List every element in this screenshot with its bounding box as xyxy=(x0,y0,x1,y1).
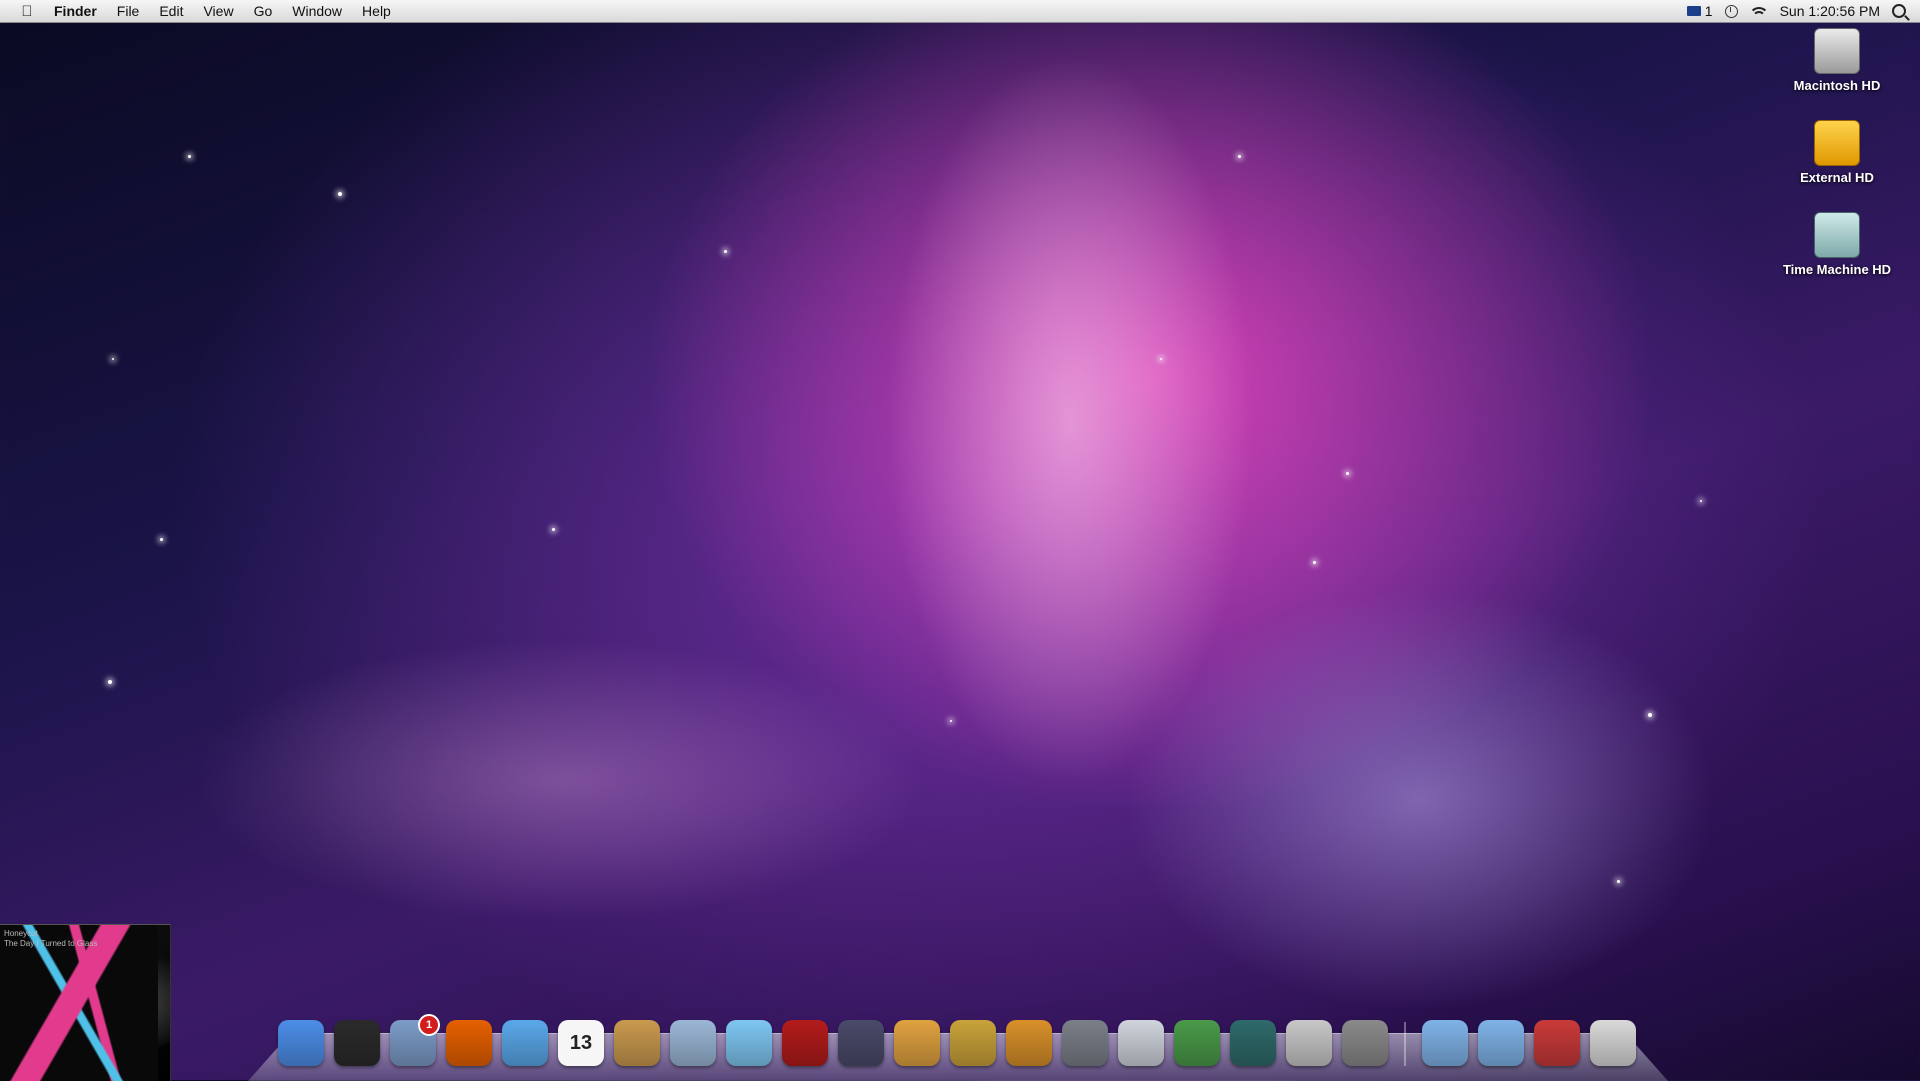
menu-file[interactable]: File xyxy=(107,3,150,19)
ical-icon[interactable]: 13 xyxy=(558,1020,604,1066)
keynote-icon[interactable] xyxy=(1062,1020,1108,1066)
dock: 1 13 xyxy=(278,1006,1636,1066)
time-machine-drive-icon xyxy=(1814,212,1860,258)
quicktime-icon[interactable] xyxy=(838,1020,884,1066)
desktop-icon-label: Time Machine HD xyxy=(1782,262,1892,277)
imovie-icon[interactable] xyxy=(950,1020,996,1066)
apple-menu-icon[interactable]:  xyxy=(16,3,38,20)
firefox-icon[interactable] xyxy=(446,1020,492,1066)
applications-folder-icon[interactable] xyxy=(1422,1020,1468,1066)
track-meta: Honeycut The Day I Turned to Glass xyxy=(4,929,97,949)
now-playing-widget[interactable]: Honeycut The Day I Turned to Glass xyxy=(0,924,171,1081)
desktop-icon-label: Macintosh HD xyxy=(1793,78,1881,93)
hard-drive-icon xyxy=(1814,28,1860,74)
iphoto-icon[interactable] xyxy=(894,1020,940,1066)
time-machine-icon[interactable] xyxy=(1230,1020,1276,1066)
documents-folder-icon[interactable] xyxy=(1478,1020,1524,1066)
time-machine-menu-icon[interactable] xyxy=(1724,4,1738,18)
menu-window[interactable]: Window xyxy=(282,3,352,19)
mail-count: 1 xyxy=(1704,3,1713,19)
ichat-icon[interactable] xyxy=(502,1020,548,1066)
artist-name: Honeycut xyxy=(4,929,38,938)
address-book-icon[interactable] xyxy=(614,1020,660,1066)
desktop-icon-macintosh-hd[interactable]: Macintosh HD xyxy=(1782,28,1892,93)
finder-icon[interactable] xyxy=(278,1020,324,1066)
desktop-icon-time-machine-hd[interactable]: Time Machine HD xyxy=(1782,212,1892,277)
spotlight-search-icon[interactable] xyxy=(1892,4,1906,18)
script-editor-icon[interactable] xyxy=(1286,1020,1332,1066)
menu-view[interactable]: View xyxy=(193,3,243,19)
numbers-icon[interactable] xyxy=(1174,1020,1220,1066)
app-menu-finder[interactable]: Finder xyxy=(44,3,107,19)
garageband-icon[interactable] xyxy=(1006,1020,1052,1066)
front-row-icon[interactable] xyxy=(782,1020,828,1066)
network-utility-icon[interactable] xyxy=(1534,1020,1580,1066)
menu-bar:  Finder File Edit View Go Window Help 1… xyxy=(0,0,1920,23)
dashboard-icon[interactable] xyxy=(334,1020,380,1066)
itunes-icon[interactable] xyxy=(726,1020,772,1066)
usb-drive-icon xyxy=(1814,120,1860,166)
menu-clock[interactable]: Sun 1:20:56 PM xyxy=(1780,3,1880,19)
menu-go[interactable]: Go xyxy=(244,3,283,19)
trash-icon[interactable] xyxy=(1590,1020,1636,1066)
system-preferences-icon[interactable] xyxy=(1342,1020,1388,1066)
album-name: The Day I Turned to Glass xyxy=(4,939,98,948)
menu-help[interactable]: Help xyxy=(352,3,401,19)
mail-icon[interactable]: 1 xyxy=(390,1014,440,1066)
preview-icon[interactable] xyxy=(670,1020,716,1066)
wifi-icon[interactable] xyxy=(1749,5,1768,17)
mail-indicator[interactable]: 1 xyxy=(1686,3,1713,19)
envelope-icon xyxy=(1686,6,1701,16)
dock-separator xyxy=(1404,1022,1406,1066)
pages-icon[interactable] xyxy=(1118,1020,1164,1066)
desktop-icon-label: External HD xyxy=(1800,170,1874,185)
menu-extras: 1 Sun 1:20:56 PM xyxy=(1686,3,1920,19)
menu-edit[interactable]: Edit xyxy=(149,3,193,19)
starfield xyxy=(0,0,1920,1080)
unread-badge: 1 xyxy=(418,1014,440,1036)
desktop-icon-external-hd[interactable]: External HD xyxy=(1782,120,1892,185)
